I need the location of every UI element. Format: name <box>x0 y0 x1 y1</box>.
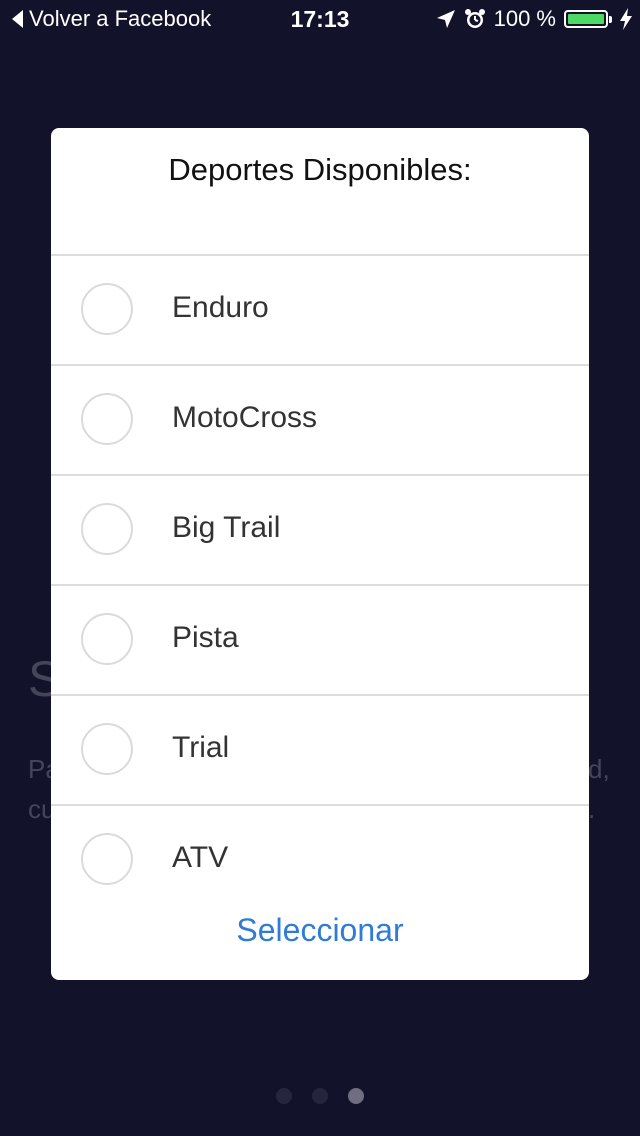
option-label: Trial <box>172 731 230 764</box>
option-trial[interactable]: Trial <box>51 696 589 806</box>
sports-selection-dialog: Deportes Disponibles: Enduro MotoCross B… <box>51 128 589 980</box>
option-label: Big Trail <box>172 511 281 544</box>
radio-button[interactable] <box>81 283 133 335</box>
option-label: MotoCross <box>172 401 318 434</box>
status-bar: Volver a Facebook 17:13 100 % <box>0 0 640 40</box>
page-dot[interactable] <box>312 1088 328 1104</box>
radio-button[interactable] <box>81 613 133 665</box>
option-big-trail[interactable]: Big Trail <box>51 476 589 586</box>
select-button[interactable]: Seleccionar <box>51 912 589 949</box>
battery-icon <box>564 10 612 28</box>
option-label: ATV <box>172 841 229 874</box>
background-text-line: d, <box>588 754 610 784</box>
option-label: Pista <box>172 621 239 654</box>
radio-button[interactable] <box>81 503 133 555</box>
radio-button[interactable] <box>81 393 133 445</box>
alarm-clock-icon <box>464 8 486 30</box>
option-label: Enduro <box>172 291 269 324</box>
background-text-line: . <box>588 794 596 824</box>
page-dot[interactable] <box>276 1088 292 1104</box>
dialog-title: Deportes Disponibles: <box>51 128 589 256</box>
page-dot[interactable] <box>348 1088 364 1104</box>
battery-percent: 100 % <box>493 6 556 31</box>
sports-option-list: Enduro MotoCross Big Trail Pista Trial A… <box>51 256 589 916</box>
status-indicators: 100 % <box>436 6 632 32</box>
option-atv[interactable]: ATV <box>51 806 589 916</box>
option-motocross[interactable]: MotoCross <box>51 366 589 476</box>
radio-button[interactable] <box>81 723 133 775</box>
charging-bolt-icon <box>620 8 632 30</box>
option-pista[interactable]: Pista <box>51 586 589 696</box>
radio-button[interactable] <box>81 833 133 885</box>
option-enduro[interactable]: Enduro <box>51 256 589 366</box>
page-indicator <box>0 1088 640 1104</box>
location-arrow-icon <box>436 9 456 29</box>
